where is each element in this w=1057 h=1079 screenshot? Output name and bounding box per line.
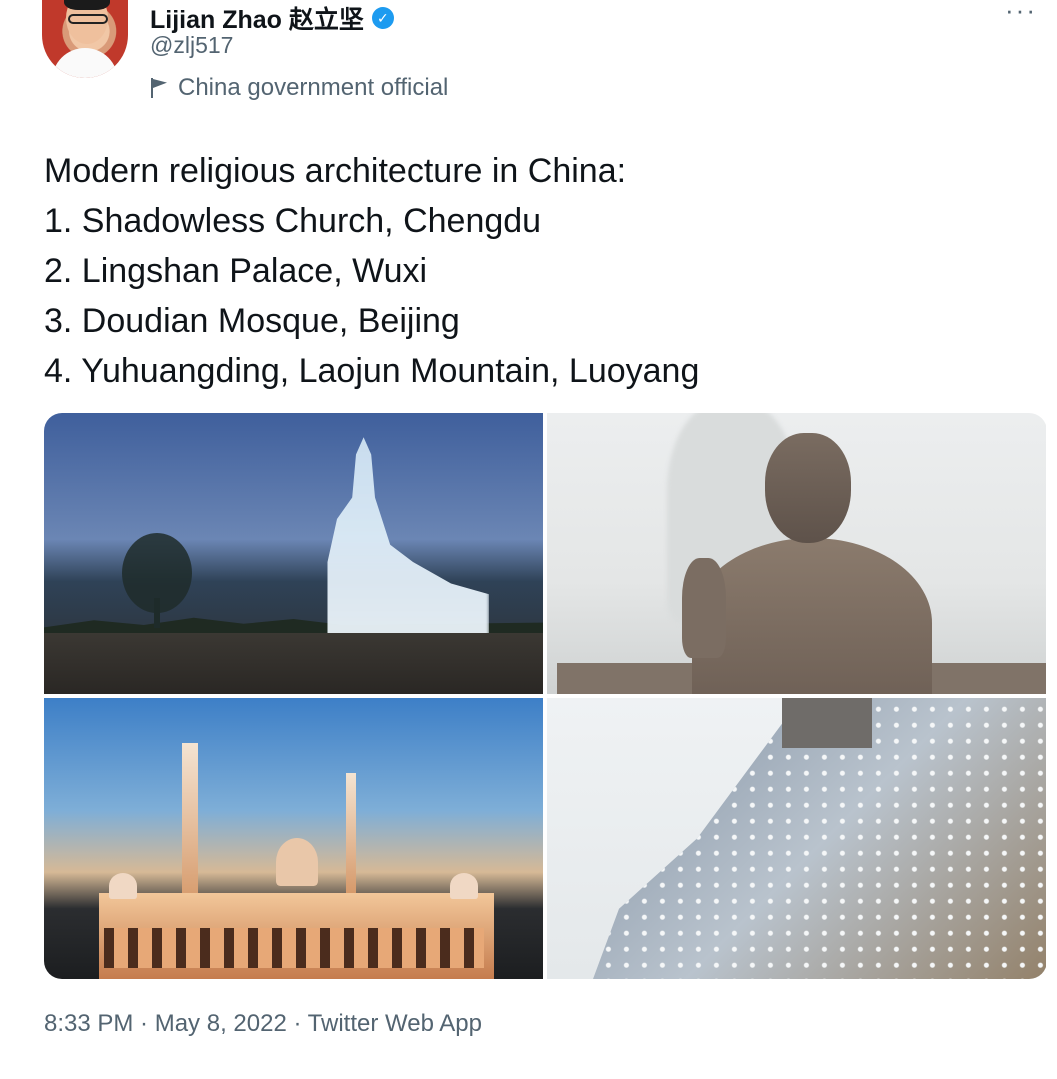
- media-grid: [44, 413, 1047, 979]
- photo-detail: [44, 633, 543, 694]
- photo-shadowless-church[interactable]: [44, 413, 543, 694]
- tweet-line: Modern religious architecture in China:: [44, 152, 627, 190]
- photo-detail: [182, 743, 198, 903]
- photo-detail: [109, 873, 137, 899]
- photo-detail: [682, 558, 726, 658]
- verified-badge-icon: ✓: [371, 7, 394, 29]
- more-options-icon[interactable]: ···: [1005, 0, 1037, 23]
- photo-detail: [327, 437, 489, 648]
- author-name-row: Lijian Zhao 赵立坚 ✓: [150, 0, 394, 36]
- tweet-timestamp-source[interactable]: 8:33 PM · May 8, 2022 · Twitter Web App: [44, 1010, 482, 1038]
- photo-detail: [765, 433, 851, 543]
- avatar-glasses: [68, 14, 108, 24]
- tweet-line: 1. Shadowless Church, Chengdu: [44, 202, 542, 240]
- photo-lingshan-palace[interactable]: [547, 413, 1046, 694]
- avatar[interactable]: [42, 0, 128, 78]
- photo-detail: [104, 928, 484, 968]
- government-label-text: China government official: [178, 74, 449, 101]
- photo-detail: [450, 873, 478, 899]
- flag-icon: [150, 78, 168, 98]
- photo-doudian-mosque[interactable]: [44, 698, 543, 979]
- avatar-hair: [64, 0, 110, 10]
- photo-laojun-mountain[interactable]: [547, 698, 1046, 979]
- avatar-shirt: [52, 48, 118, 78]
- author-handle[interactable]: @zlj517: [150, 32, 233, 59]
- photo-detail: [276, 838, 318, 886]
- government-label[interactable]: China government official: [150, 74, 448, 102]
- photo-detail: [692, 538, 932, 694]
- photo-detail: [782, 698, 872, 748]
- tweet-text: Modern religious architecture in China: …: [44, 146, 1024, 396]
- photo-detail: [346, 773, 356, 893]
- tweet-line: 2. Lingshan Palace, Wuxi: [44, 252, 428, 290]
- tweet-line: 3. Doudian Mosque, Beijing: [44, 302, 460, 340]
- author-display-name[interactable]: Lijian Zhao 赵立坚: [150, 0, 364, 36]
- tweet-line: 4. Yuhuangding, Laojun Mountain, Luoyang: [44, 352, 700, 390]
- photo-detail: [154, 598, 160, 628]
